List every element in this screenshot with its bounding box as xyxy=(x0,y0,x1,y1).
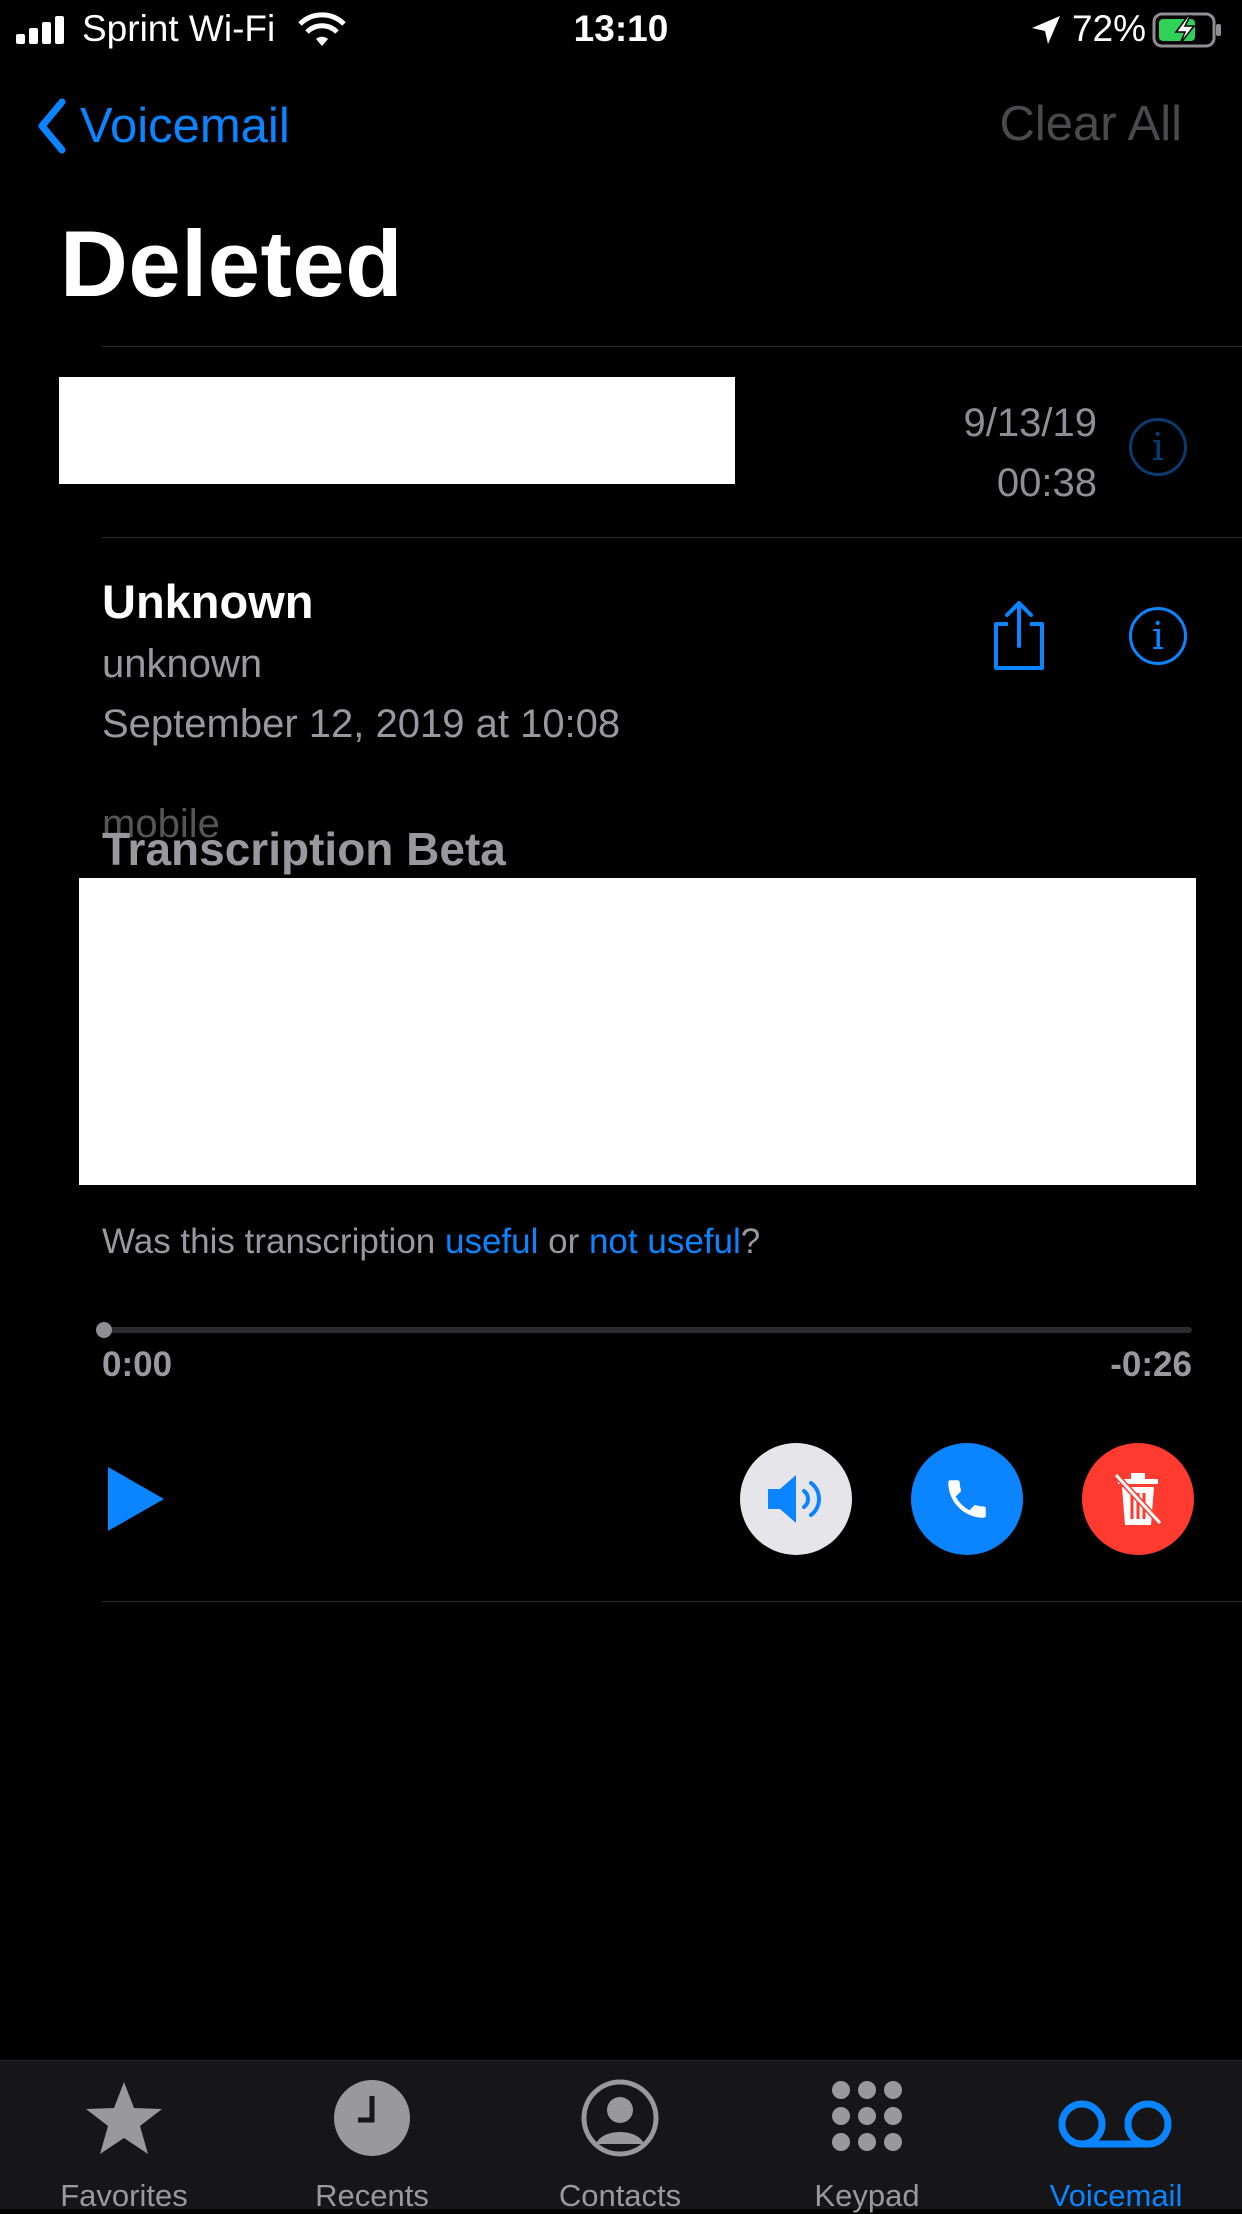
clock-icon xyxy=(334,2080,410,2156)
battery-percentage: 72% xyxy=(1071,8,1146,49)
voicemail-duration: 00:38 xyxy=(996,461,1097,505)
keypad-icon xyxy=(832,2081,902,2151)
delete-button[interactable] xyxy=(1082,1443,1194,1555)
useful-link[interactable]: useful xyxy=(445,1222,538,1261)
voicemail-date: 9/13/19 xyxy=(963,401,1097,445)
speaker-button[interactable] xyxy=(740,1443,852,1555)
not-useful-link[interactable]: not useful xyxy=(589,1222,741,1261)
tab-label: Voicemail xyxy=(1049,2178,1183,2213)
redacted-transcription xyxy=(79,878,1196,1185)
playback-scrubber[interactable] xyxy=(102,1327,1192,1333)
caller-name: Unknown xyxy=(102,575,314,628)
caller-type: unknown xyxy=(102,642,263,686)
info-icon[interactable]: i xyxy=(1129,418,1187,476)
redacted-caller-name xyxy=(59,377,735,484)
elapsed-time: 0:00 xyxy=(102,1345,173,1384)
chevron-left-icon xyxy=(38,98,66,154)
tab-label: Contacts xyxy=(558,2178,682,2213)
phone-icon xyxy=(948,1480,986,1518)
page-title: Deleted xyxy=(60,211,404,316)
tab-label: Keypad xyxy=(814,2178,920,2213)
location-arrow-icon xyxy=(1032,16,1060,44)
divider xyxy=(102,537,1242,538)
voicemail-meta: 9/13/19 00:38 xyxy=(964,393,1097,513)
person-circle-icon xyxy=(581,2079,659,2157)
remaining-time: -0:26 xyxy=(1110,1345,1192,1384)
transcription-heading: Transcription Beta xyxy=(102,823,506,875)
back-button[interactable]: Voicemail xyxy=(36,96,290,156)
voicemail-datetime: September 12, 2019 at 10:08 xyxy=(102,702,621,746)
status-bar: Sprint Wi-Fi 13:10 72% xyxy=(0,0,1242,60)
call-back-button[interactable] xyxy=(911,1443,1023,1555)
transcription-feedback: Was this transcription useful or not use… xyxy=(102,1222,761,1261)
clear-all-button[interactable]: Clear All xyxy=(1000,96,1182,152)
share-icon[interactable] xyxy=(990,600,1048,672)
tab-label: Recents xyxy=(315,2178,429,2213)
speaker-icon xyxy=(768,1475,821,1523)
divider xyxy=(102,1601,1242,1602)
play-icon[interactable] xyxy=(104,1463,168,1535)
voicemail-icon xyxy=(1058,2100,1172,2148)
voicemail-row[interactable]: mobile 9/13/19 00:38 i xyxy=(0,347,1242,846)
info-icon[interactable]: i xyxy=(1129,607,1187,665)
scrubber-handle[interactable] xyxy=(96,1322,112,1338)
star-icon xyxy=(86,2082,162,2154)
tab-label: Favorites xyxy=(60,2178,188,2213)
trash-slash-icon xyxy=(1113,1472,1163,1526)
battery-charging-icon xyxy=(1152,12,1221,48)
back-button-label: Voicemail xyxy=(80,99,290,153)
